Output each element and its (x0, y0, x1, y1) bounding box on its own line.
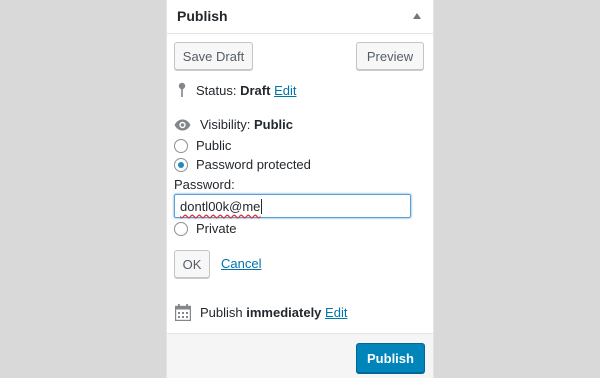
collapse-arrow-icon[interactable] (413, 13, 421, 19)
preview-button[interactable]: Preview (356, 42, 424, 70)
visibility-label: Visibility: (200, 117, 251, 132)
password-protected-label: Password protected (196, 157, 311, 172)
cancel-link[interactable]: Cancel (221, 256, 261, 271)
eye-icon (174, 119, 191, 131)
schedule-edit-link[interactable]: Edit (325, 305, 347, 320)
visibility-row: Visibility: Public (174, 117, 293, 132)
panel-title: Publish (177, 8, 228, 24)
private-label: Private (196, 221, 237, 236)
public-label: Public (196, 138, 232, 153)
visibility-option-private[interactable]: Private (174, 221, 236, 236)
password-value: dontl00k@me (180, 198, 261, 214)
status-label: Status: (196, 82, 237, 98)
panel-header: Publish (167, 0, 433, 34)
schedule-label: Publish (200, 305, 243, 320)
publish-button[interactable]: Publish (356, 343, 425, 373)
status-row: Status: Draft Edit (177, 82, 296, 98)
publish-panel: Publish Save Draft Preview Status: Draft… (166, 0, 434, 378)
password-protected-radio[interactable] (174, 157, 188, 172)
status-value: Draft (240, 82, 271, 98)
public-radio[interactable] (174, 138, 188, 153)
calendar-icon (175, 304, 191, 321)
password-field[interactable]: dontl00k@me (174, 194, 411, 218)
private-radio[interactable] (174, 221, 188, 236)
schedule-value: immediately (246, 305, 322, 320)
text-caret (261, 198, 263, 214)
panel-footer: Publish (167, 333, 433, 378)
status-edit-link[interactable]: Edit (274, 83, 296, 98)
save-draft-button[interactable]: Save Draft (174, 42, 253, 70)
visibility-value: Public (253, 117, 293, 132)
schedule-row: Publish immediately Edit (175, 304, 347, 321)
visibility-option-public[interactable]: Public (174, 138, 231, 153)
visibility-option-password[interactable]: Password protected (174, 157, 311, 172)
ok-button[interactable]: OK (174, 250, 210, 278)
password-label: Password: (174, 177, 235, 192)
pin-icon (177, 82, 187, 98)
